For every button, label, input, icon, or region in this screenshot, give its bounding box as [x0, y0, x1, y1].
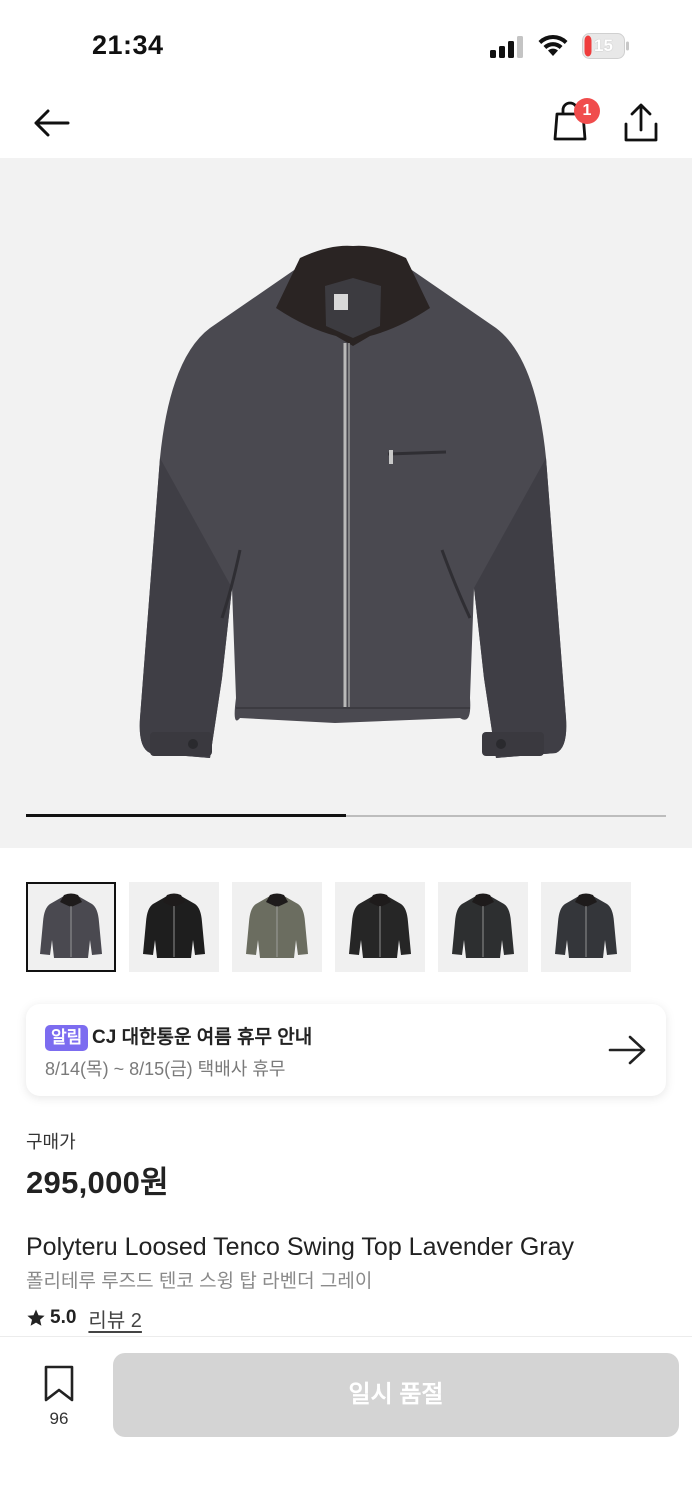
status-time: 21:34 [92, 30, 164, 60]
arrow-right-icon [608, 1035, 646, 1065]
thumbnail-image [246, 893, 308, 958]
bookmark-count: 96 [49, 1409, 69, 1428]
price: 295,000원 [26, 1165, 169, 1200]
bookmark-button[interactable]: 96 [36, 1365, 82, 1435]
gallery-progress-fill [26, 814, 346, 817]
notice-tag: 알림 [45, 1025, 89, 1051]
thumbnail-strip [26, 882, 666, 972]
sold-out-button[interactable]: 일시 품절 [113, 1353, 679, 1437]
thumbnail-4[interactable] [335, 882, 425, 972]
battery-icon: 15 [582, 33, 630, 59]
wifi-icon [538, 34, 568, 56]
back-arrow-icon[interactable] [28, 100, 74, 146]
thumbnail-5[interactable] [438, 882, 528, 972]
signal-icon [490, 36, 523, 58]
thumbnail-image [349, 893, 411, 958]
rating-value: 5.0 [50, 1307, 77, 1328]
star-icon [27, 1309, 45, 1326]
thumbnail-image [555, 893, 617, 958]
product-image [139, 245, 567, 758]
review-link[interactable]: 리뷰 2 [88, 1304, 141, 1333]
product-image-carousel[interactable] [0, 158, 692, 848]
thumbnail-6[interactable] [541, 882, 631, 972]
bookmark-icon [44, 1365, 74, 1402]
share-icon[interactable] [616, 100, 666, 146]
bottom-action-bar: 96 일시 품절 [0, 1336, 692, 1500]
rating-row: 5.0 리뷰 2 [26, 1304, 142, 1332]
status-bar: 21:34 15 [0, 0, 692, 92]
gallery-progress-track [26, 814, 666, 817]
thumbnail-2[interactable] [129, 882, 219, 972]
price-label: 구매가 [26, 1132, 76, 1152]
thumbnail-1[interactable] [26, 882, 116, 972]
product-name-ko: 폴리테루 루즈드 텐코 스윙 탑 라벤더 그레이 [26, 1271, 373, 1292]
notice-title: CJ 대한통운 여름 휴무 안내 [92, 1027, 313, 1048]
notice-subtitle: 8/14(목) ~ 8/15(금) 택배사 휴무 [45, 1059, 286, 1079]
battery-level: 15 [594, 36, 613, 55]
cart-count-badge: 1 [574, 98, 600, 124]
thumbnail-3[interactable] [232, 882, 322, 972]
thumbnail-image [452, 893, 514, 958]
thumbnail-image [40, 893, 102, 958]
thumbnail-image [143, 893, 205, 958]
product-name-en: Polyteru Loosed Tenco Swing Top Lavender… [26, 1233, 575, 1261]
top-nav: 1 [0, 92, 692, 158]
notice-banner[interactable]: 알림 CJ 대한통운 여름 휴무 안내 8/14(목) ~ 8/15(금) 택배… [26, 1004, 666, 1096]
